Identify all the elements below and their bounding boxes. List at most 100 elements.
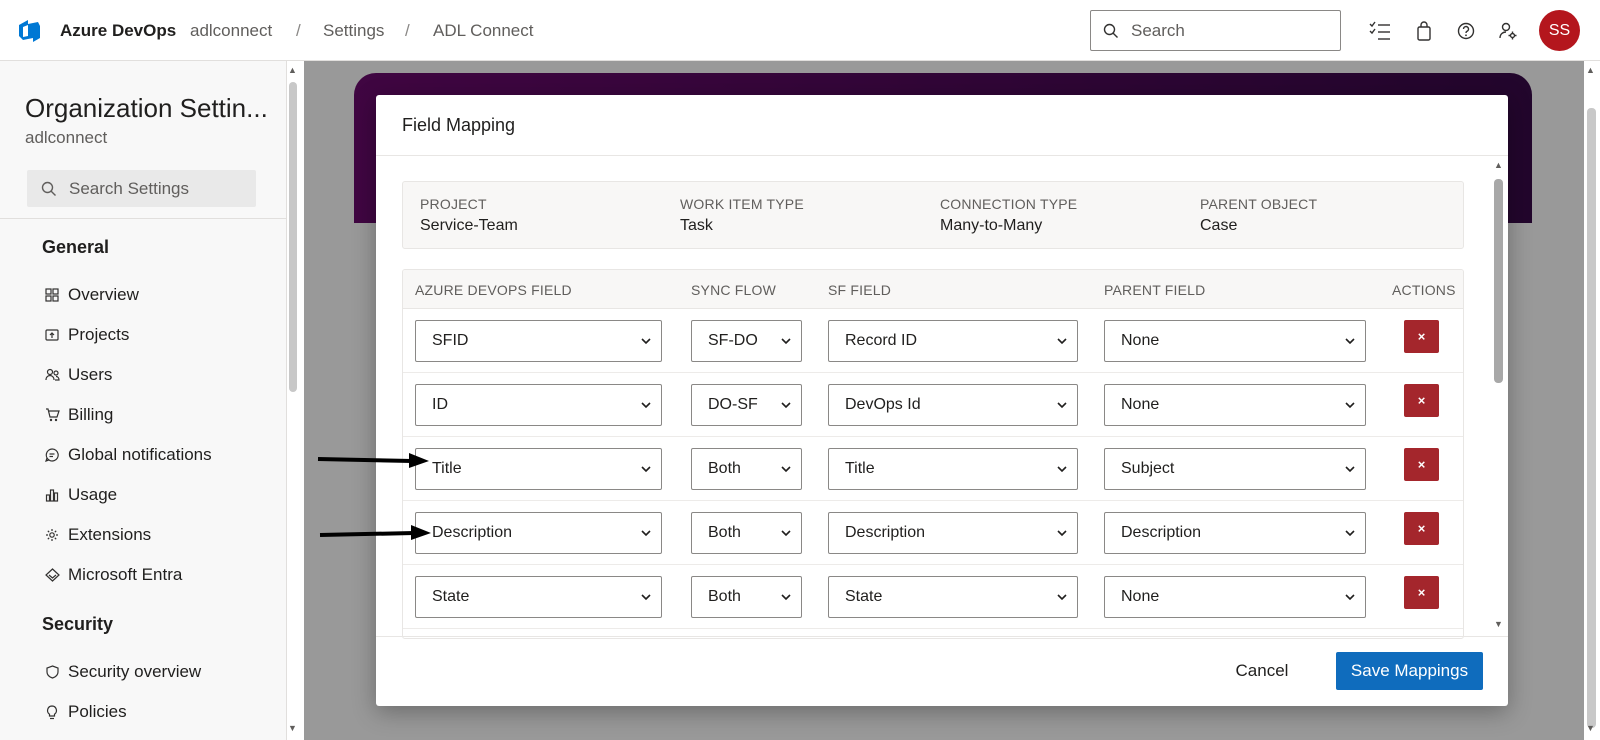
global-search-input[interactable]: Search bbox=[1090, 10, 1341, 51]
sidebar-item-usage[interactable]: Usage bbox=[44, 481, 117, 509]
sidebar-item-overview[interactable]: Overview bbox=[44, 281, 139, 309]
parent-field-select[interactable]: Description bbox=[1104, 512, 1366, 554]
dialog-scroll-down-icon[interactable]: ▼ bbox=[1494, 619, 1503, 629]
sf-field-select[interactable]: Description bbox=[828, 512, 1078, 554]
top-bar: Azure DevOps adlconnect / Settings / ADL… bbox=[0, 0, 1600, 61]
checklist-icon[interactable] bbox=[1368, 19, 1392, 43]
parent-field-select[interactable]: None bbox=[1104, 384, 1366, 426]
sidebar-item-microsoft-entra[interactable]: Microsoft Entra bbox=[44, 561, 182, 589]
chevron-down-icon bbox=[1057, 338, 1067, 345]
chevron-down-icon bbox=[1345, 466, 1355, 473]
table-row: Title Both Title Subject × bbox=[403, 437, 1463, 501]
page-scroll-down-icon[interactable]: ▼ bbox=[1586, 723, 1595, 733]
chevron-down-icon bbox=[1345, 594, 1355, 601]
info-connection-type: CONNECTION TYPE Many-to-Many bbox=[940, 196, 1077, 235]
parent-field-select[interactable]: Subject bbox=[1104, 448, 1366, 490]
info-project: PROJECT Service-Team bbox=[420, 196, 518, 235]
search-placeholder: Search bbox=[1131, 20, 1185, 40]
table-row: Description Both Description Description × bbox=[403, 501, 1463, 565]
sidebar-scroll-down-icon[interactable]: ▼ bbox=[288, 723, 297, 733]
ado-field-select-value: Title bbox=[432, 460, 462, 477]
info-project-label: PROJECT bbox=[420, 196, 487, 212]
brand-name[interactable]: Azure DevOps bbox=[60, 21, 176, 41]
sidebar-item-billing[interactable]: Billing bbox=[44, 401, 113, 429]
ado-field-select[interactable]: SFID bbox=[415, 320, 662, 362]
sidebar-item-policies[interactable]: Policies bbox=[44, 698, 127, 726]
azure-devops-logo-icon[interactable] bbox=[16, 17, 44, 45]
sidebar-item-extensions[interactable]: Extensions bbox=[44, 521, 151, 549]
table-row: SFID SF-DO Record ID None × bbox=[403, 309, 1463, 373]
sidebar: Organization Settin... adlconnect Search… bbox=[0, 61, 287, 740]
sf-field-select[interactable]: Title bbox=[828, 448, 1078, 490]
sidebar-item-label: Extensions bbox=[68, 525, 152, 544]
chevron-down-icon bbox=[641, 530, 651, 537]
dialog-scrollbar[interactable] bbox=[1494, 179, 1503, 383]
column-header-parent-field: PARENT FIELD bbox=[1104, 282, 1206, 298]
sidebar-item-users[interactable]: Users bbox=[44, 361, 112, 389]
page-scroll-up-icon[interactable]: ▲ bbox=[1586, 65, 1595, 75]
chevron-down-icon bbox=[641, 594, 651, 601]
sync-flow-select[interactable]: Both bbox=[691, 576, 802, 618]
ado-field-select-value: State bbox=[432, 588, 470, 605]
avatar-initials: SS bbox=[1548, 21, 1571, 39]
delete-row-button[interactable]: × bbox=[1404, 576, 1439, 609]
sync-flow-select-value: SF-DO bbox=[708, 332, 758, 349]
cancel-button[interactable]: Cancel bbox=[1230, 653, 1294, 689]
user-settings-icon[interactable] bbox=[1496, 19, 1520, 43]
parent-field-select-value: None bbox=[1121, 396, 1160, 413]
ado-field-select-value: SFID bbox=[432, 332, 469, 349]
projects-icon bbox=[44, 327, 60, 343]
delete-row-button[interactable]: × bbox=[1404, 320, 1439, 353]
sync-flow-select[interactable]: Both bbox=[691, 512, 802, 554]
ado-field-select-value: Description bbox=[432, 524, 513, 541]
ado-field-select[interactable]: Description bbox=[415, 512, 662, 554]
shopping-bag-icon[interactable] bbox=[1412, 19, 1436, 43]
info-work-item-type-value: Task bbox=[680, 217, 713, 234]
info-parent-object: PARENT OBJECT Case bbox=[1200, 196, 1317, 235]
page-scrollbar[interactable] bbox=[1587, 108, 1596, 728]
parent-field-select[interactable]: None bbox=[1104, 576, 1366, 618]
mapping-table: AZURE DEVOPS FIELD SYNC FLOW SF FIELD PA… bbox=[402, 269, 1464, 639]
sf-field-select-value: State bbox=[845, 588, 883, 605]
sync-flow-select-value: Both bbox=[708, 524, 741, 541]
table-row: State Both State None × bbox=[403, 565, 1463, 629]
annotation-arrow-icon bbox=[317, 453, 429, 468]
delete-row-button[interactable]: × bbox=[1404, 512, 1439, 545]
sync-flow-select[interactable]: SF-DO bbox=[691, 320, 802, 362]
gear-icon bbox=[44, 527, 60, 543]
sync-flow-select-value: Both bbox=[708, 460, 741, 477]
avatar[interactable]: SS bbox=[1539, 10, 1580, 51]
sidebar-scroll-up-icon[interactable]: ▲ bbox=[288, 65, 297, 75]
parent-field-select-value: Subject bbox=[1121, 460, 1175, 477]
table-row: ID DO-SF DevOps Id None × bbox=[403, 373, 1463, 437]
save-mappings-button[interactable]: Save Mappings bbox=[1336, 652, 1483, 690]
close-icon: × bbox=[1417, 393, 1426, 408]
ado-field-select[interactable]: State bbox=[415, 576, 662, 618]
sidebar-item-global-notifications[interactable]: Global notifications bbox=[44, 441, 212, 469]
parent-field-select[interactable]: None bbox=[1104, 320, 1366, 362]
sidebar-divider bbox=[0, 218, 286, 219]
breadcrumb-adl-connect[interactable]: ADL Connect bbox=[433, 21, 533, 41]
breadcrumb-organization[interactable]: adlconnect bbox=[190, 21, 272, 41]
chevron-down-icon bbox=[781, 338, 791, 345]
help-icon[interactable] bbox=[1454, 19, 1478, 43]
sf-field-select[interactable]: State bbox=[828, 576, 1078, 618]
settings-search-input[interactable]: Search Settings bbox=[27, 170, 256, 207]
sf-field-select[interactable]: DevOps Id bbox=[828, 384, 1078, 426]
dialog-scroll-up-icon[interactable]: ▲ bbox=[1494, 160, 1503, 170]
sidebar-item-projects[interactable]: Projects bbox=[44, 321, 129, 349]
breadcrumb-separator: / bbox=[405, 21, 410, 40]
delete-row-button[interactable]: × bbox=[1404, 384, 1439, 417]
sidebar-scrollbar[interactable] bbox=[289, 82, 297, 392]
sync-flow-select[interactable]: DO-SF bbox=[691, 384, 802, 426]
breadcrumb-settings[interactable]: Settings bbox=[323, 21, 384, 41]
sidebar-item-label: Overview bbox=[68, 285, 139, 304]
ado-field-select[interactable]: ID bbox=[415, 384, 662, 426]
ado-field-select[interactable]: Title bbox=[415, 448, 662, 490]
dialog-title: Field Mapping bbox=[402, 115, 516, 135]
sidebar-item-security-overview[interactable]: Security overview bbox=[44, 658, 201, 686]
delete-row-button[interactable]: × bbox=[1404, 448, 1439, 481]
chevron-down-icon bbox=[781, 402, 791, 409]
sf-field-select[interactable]: Record ID bbox=[828, 320, 1078, 362]
sync-flow-select[interactable]: Both bbox=[691, 448, 802, 490]
